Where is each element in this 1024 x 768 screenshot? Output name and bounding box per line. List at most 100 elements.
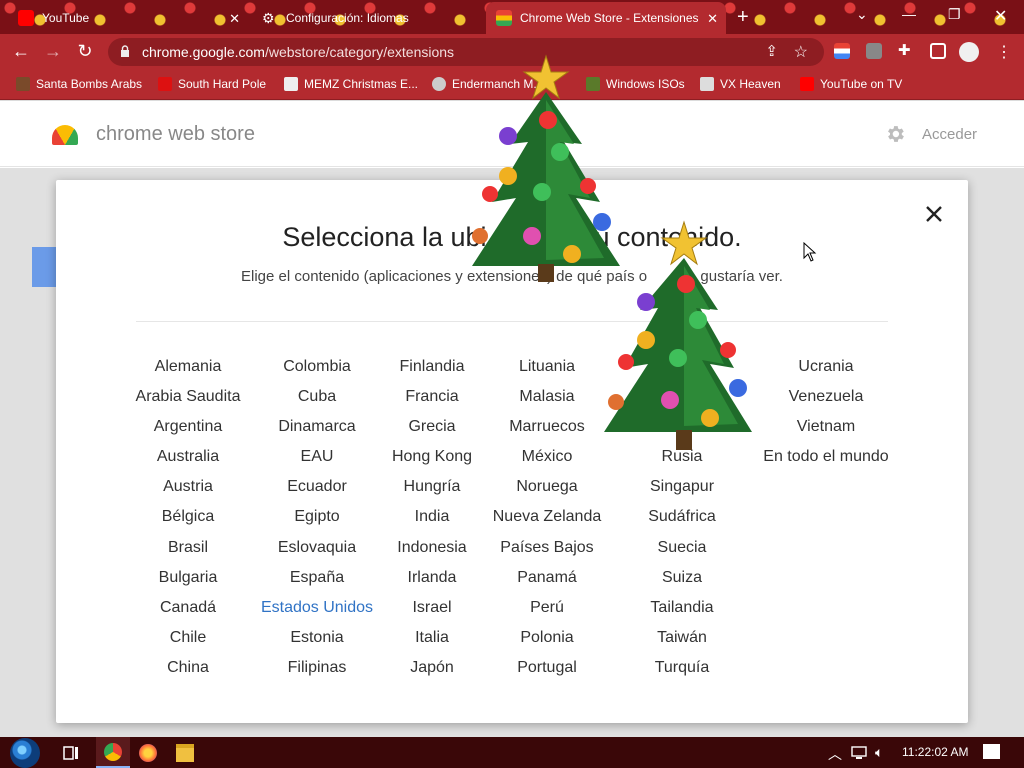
country-option[interactable]: Ucrania [758, 357, 894, 387]
firefox-icon[interactable] [139, 744, 157, 762]
bookmark-item[interactable]: South Hard Pole [158, 77, 266, 91]
extensions-puzzle-icon[interactable]: ✚ [898, 43, 914, 59]
close-tab-icon[interactable]: ✕ [707, 11, 718, 27]
reload-button[interactable]: ↻ [74, 41, 96, 62]
start-button[interactable] [10, 738, 40, 768]
notifications-icon[interactable] [983, 744, 1000, 759]
country-option[interactable]: Países Bajos [488, 538, 606, 568]
close-window-button[interactable]: ✕ [994, 6, 1007, 26]
country-option[interactable]: Arabia Saudita [135, 387, 241, 417]
lock-icon [121, 45, 129, 57]
country-option[interactable]: Italia [386, 628, 478, 658]
country-option[interactable]: Sudáfrica [634, 507, 730, 537]
clock[interactable]: 11:22:02 AM [902, 745, 969, 759]
country-option[interactable]: Hong Kong [386, 447, 478, 477]
country-option[interactable]: México [488, 447, 606, 477]
network-icon[interactable] [850, 744, 868, 762]
country-option[interactable]: Turquía [634, 658, 730, 688]
bookmark-item[interactable]: YouTube on TV [800, 77, 902, 91]
country-option[interactable]: Brasil [135, 538, 241, 568]
country-option[interactable]: Finlandia [386, 357, 478, 387]
youtube-icon [18, 10, 34, 26]
forward-button[interactable]: → [42, 41, 64, 62]
country-option[interactable]: Singapur [634, 477, 730, 507]
task-view-icon[interactable] [62, 744, 80, 762]
sign-in-link[interactable]: Acceder [922, 126, 977, 143]
country-option[interactable]: Dinamarca [256, 417, 378, 447]
country-option[interactable]: Tailandia [634, 598, 730, 628]
country-option[interactable]: EAU [256, 447, 378, 477]
country-option[interactable]: Venezuela [758, 387, 894, 417]
country-option[interactable]: Hungría [386, 477, 478, 507]
country-option[interactable]: Suiza [634, 568, 730, 598]
country-option[interactable]: Ecuador [256, 477, 378, 507]
extension-s-icon[interactable] [866, 43, 882, 59]
country-option[interactable]: Israel [386, 598, 478, 628]
country-option[interactable]: Filipinas [256, 658, 378, 688]
country-option[interactable]: Australia [135, 447, 241, 477]
country-option[interactable]: Vietnam [758, 417, 894, 447]
restore-button[interactable]: ❐ [948, 6, 961, 23]
country-option[interactable]: Nueva Zelanda [488, 507, 606, 537]
country-option[interactable]: Eslovaquia [256, 538, 378, 568]
minimize-button[interactable]: — [902, 6, 916, 22]
country-option[interactable]: Noruega [488, 477, 606, 507]
back-button[interactable]: ← [10, 41, 32, 62]
share-icon[interactable]: ⇪ [765, 42, 778, 60]
close-tab-icon[interactable]: ✕ [229, 11, 240, 27]
extension-flag-icon[interactable] [834, 43, 850, 59]
profile-avatar[interactable] [959, 42, 979, 62]
country-option[interactable]: Irlanda [386, 568, 478, 598]
country-option[interactable]: China [135, 658, 241, 688]
taskbar-chrome-active[interactable] [96, 737, 130, 768]
menu-icon[interactable]: ⋮ [996, 42, 1012, 62]
tab-search-icon[interactable]: ⌄ [856, 6, 868, 23]
country-option[interactable]: En todo el mundo [758, 447, 894, 477]
show-hidden-icons[interactable]: ︿ [828, 744, 842, 764]
side-panel-icon[interactable] [930, 43, 946, 59]
country-option[interactable]: Cuba [256, 387, 378, 417]
country-option[interactable]: Bélgica [135, 507, 241, 537]
bookmark-item[interactable]: Santa Bombs Arabs [16, 77, 142, 91]
country-option[interactable]: Canadá [135, 598, 241, 628]
tab-settings[interactable]: ⚙ Configuración: Idiomas [252, 2, 482, 34]
country-option[interactable]: Chile [135, 628, 241, 658]
tab-web-store[interactable]: Chrome Web Store - Extensiones ✕ [486, 2, 726, 34]
country-option[interactable]: España [256, 568, 378, 598]
country-option[interactable]: Lituania [488, 357, 606, 387]
country-option-selected[interactable]: Estados Unidos [256, 598, 378, 628]
country-option[interactable]: Perú [488, 598, 606, 628]
country-option[interactable]: India [386, 507, 478, 537]
country-option[interactable]: Austria [135, 477, 241, 507]
country-option[interactable]: Bulgaria [135, 568, 241, 598]
country-option[interactable]: Marruecos [488, 417, 606, 447]
bookmark-item[interactable]: VX Heaven [700, 77, 781, 91]
gear-icon[interactable] [884, 123, 906, 145]
country-option[interactable]: Panamá [488, 568, 606, 598]
country-option[interactable]: Portugal [488, 658, 606, 688]
volume-icon[interactable]: 🔈︎ [875, 744, 883, 761]
country-option[interactable]: Alemania [135, 357, 241, 387]
country-option[interactable]: Suecia [634, 538, 730, 568]
bookmark-star-icon[interactable]: ☆ [794, 42, 808, 62]
new-tab-button[interactable]: + [737, 6, 749, 29]
country-option[interactable]: Indonesia [386, 538, 478, 568]
file-explorer-icon[interactable] [176, 744, 194, 762]
country-option[interactable]: Japón [386, 658, 478, 688]
country-option[interactable]: Taiwán [634, 628, 730, 658]
country-option[interactable]: Egipto [256, 507, 378, 537]
country-option[interactable]: Argentina [135, 417, 241, 447]
tab-youtube[interactable]: YouTube ✕ [8, 2, 248, 34]
taskbar: ︿ 🔈︎ 11:22:02 AM [0, 737, 1024, 768]
country-option[interactable]: Polonia [488, 628, 606, 658]
mouse-cursor-icon [803, 242, 817, 262]
country-option[interactable]: Malasia [488, 387, 606, 417]
country-option[interactable]: Estonia [256, 628, 378, 658]
country-option[interactable]: Colombia [256, 357, 378, 387]
sidebar-button[interactable] [32, 247, 56, 287]
bookmark-item[interactable]: MEMZ Christmas E... [284, 77, 418, 91]
country-option[interactable]: Francia [386, 387, 478, 417]
tab-title: Chrome Web Store - Extensiones [520, 11, 699, 25]
country-option[interactable]: Grecia [386, 417, 478, 447]
store-title: chrome web store [96, 123, 255, 145]
